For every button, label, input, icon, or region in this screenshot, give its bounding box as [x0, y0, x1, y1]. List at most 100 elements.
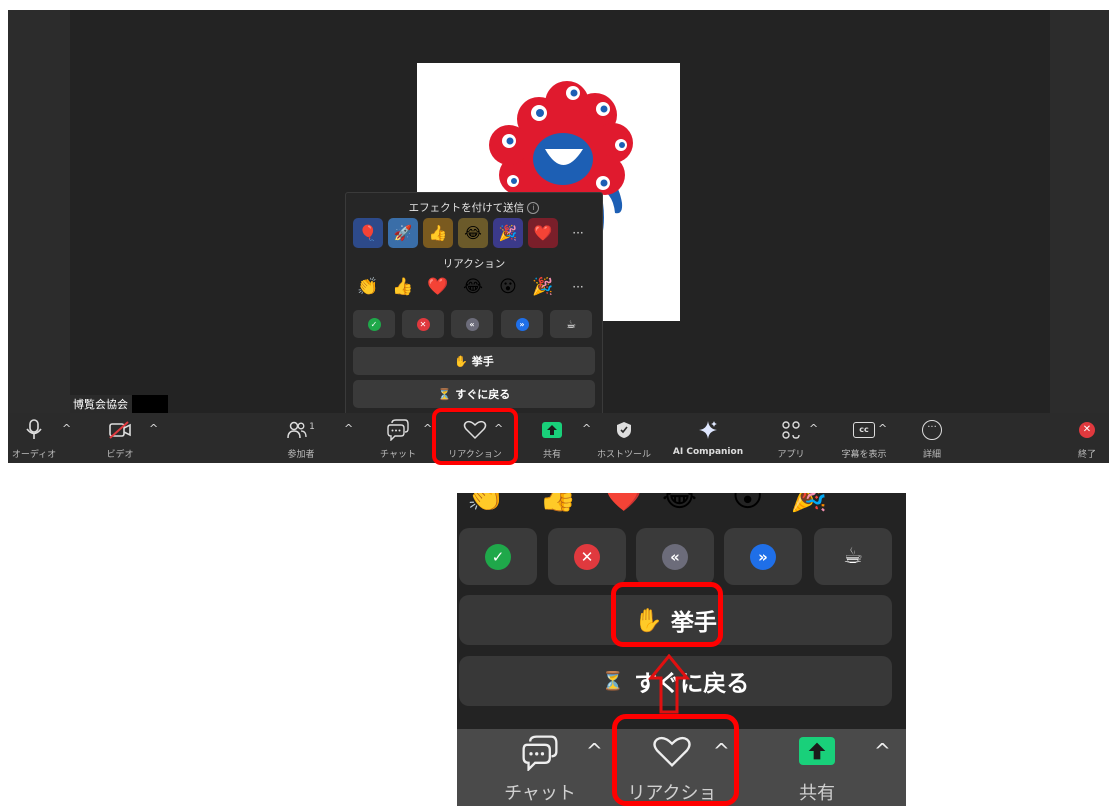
zoom-yes-button[interactable]: ✓	[459, 528, 537, 585]
participants-count: 1	[309, 422, 315, 432]
rewind-icon: «	[465, 317, 479, 331]
more-label: 詳細	[922, 450, 941, 460]
reactions-popup: エフェクトを付けて送信 i 🎈 🚀 👍 😂 🎉 ❤️ ··· リアクション 👏 …	[345, 192, 603, 417]
chat-caret[interactable]: ^	[423, 422, 432, 435]
coffee-icon: ☕	[843, 544, 863, 569]
effect-rocket[interactable]: 🚀	[388, 218, 418, 248]
host-tools-button[interactable]: ホストツール	[597, 413, 651, 463]
share-caret[interactable]: ^	[582, 422, 591, 435]
share-button[interactable]: 共有	[532, 413, 572, 463]
ai-companion-label: AI Companion	[672, 447, 744, 457]
sparkle-icon	[688, 419, 728, 441]
be-right-back-button[interactable]: ⏳ すぐに戻る	[353, 380, 595, 408]
reaction-party[interactable]: 🎉	[528, 274, 558, 300]
ai-companion-button[interactable]: AI Companion	[673, 413, 743, 463]
effect-party[interactable]: 🎉	[493, 218, 523, 248]
zoom-faster-button[interactable]: »	[724, 528, 802, 585]
zoom-chat-caret[interactable]: ^	[586, 739, 603, 763]
participants-button[interactable]: 1 参加者	[280, 413, 322, 463]
reactions-highlight	[432, 408, 518, 465]
video-caret[interactable]: ^	[149, 422, 158, 435]
zoom-reaction-thumbs-up: 👍	[539, 493, 577, 514]
apps-label: アプリ	[777, 450, 805, 460]
reaction-thumbs-up[interactable]: 👍	[388, 274, 418, 300]
participants-caret[interactable]: ^	[344, 422, 353, 435]
coffee-icon: ☕	[566, 317, 576, 331]
zoom-no-button[interactable]: ✕	[548, 528, 626, 585]
effects-more-button[interactable]: ···	[563, 218, 593, 248]
share-icon	[532, 419, 572, 441]
rewind-icon: «	[662, 543, 688, 570]
zoom-reaction-party: 🎉	[790, 493, 828, 514]
zoom-reactions-highlight	[612, 714, 739, 806]
video-label: ビデオ	[106, 450, 134, 460]
share-icon	[792, 737, 842, 765]
effect-thumbs-up[interactable]: 👍	[423, 218, 453, 248]
zoom-chat-label: チャット	[504, 783, 576, 804]
chat-icon	[378, 419, 418, 441]
reaction-surprised[interactable]: 😮	[493, 274, 523, 300]
end-icon: ✕	[1070, 419, 1104, 441]
yes-button[interactable]: ✓	[353, 310, 395, 338]
participant-name-tag: 博覧会協会	[70, 395, 168, 413]
reaction-heart[interactable]: ❤️	[423, 274, 453, 300]
apps-button[interactable]: アプリ	[774, 413, 808, 463]
captions-button[interactable]: cc 字幕を表示	[841, 413, 887, 463]
no-button[interactable]: ✕	[402, 310, 444, 338]
zoom-reaction-surprised: 😮	[732, 493, 764, 514]
zoom-share-label: 共有	[799, 783, 835, 804]
reactions-more-button[interactable]: ···	[563, 274, 593, 300]
chat-button[interactable]: チャット	[378, 413, 418, 463]
video-button[interactable]: ビデオ	[100, 413, 140, 463]
audio-label: オーディオ	[11, 450, 57, 460]
participants-label: 参加者	[287, 450, 315, 460]
zoom-reaction-clap: 👏	[467, 493, 505, 514]
captions-caret[interactable]: ^	[878, 422, 887, 435]
up-arrow-icon	[648, 654, 690, 714]
video-off-icon	[100, 419, 140, 441]
end-label: 終了	[1077, 450, 1096, 460]
check-icon: ✓	[485, 543, 511, 570]
zoom-share-caret[interactable]: ^	[874, 739, 891, 763]
more-icon: ···	[912, 419, 952, 441]
reaction-clap[interactable]: 👏	[353, 274, 383, 300]
cross-icon: ✕	[574, 543, 600, 570]
right-gutter	[1050, 10, 1109, 413]
zoom-slower-button[interactable]: «	[636, 528, 714, 585]
faster-button[interactable]: »	[501, 310, 543, 338]
end-button[interactable]: ✕ 終了	[1070, 413, 1104, 463]
zoom-reaction-laugh: 😂	[662, 493, 698, 514]
apps-icon	[774, 419, 808, 441]
left-gutter	[8, 10, 70, 413]
meeting-toolbar: オーディオ ^ ビデオ ^ 1 参加者 ^ チャット ^ リアクション ^ 共有…	[8, 413, 1109, 463]
coffee-button[interactable]: ☕	[550, 310, 592, 338]
slower-button[interactable]: «	[451, 310, 493, 338]
host-tools-label: ホストツール	[596, 450, 651, 460]
effect-balloon[interactable]: 🎈	[353, 218, 383, 248]
hourglass-icon: ⏳	[601, 670, 625, 692]
reaction-laugh[interactable]: 😂	[458, 274, 488, 300]
chat-icon	[515, 735, 565, 771]
raise-hand-highlight	[611, 582, 723, 647]
participant-name: 博覧会協会	[73, 398, 128, 411]
audio-caret[interactable]: ^	[62, 422, 71, 435]
info-icon[interactable]: i	[527, 202, 540, 214]
fast-forward-icon: »	[515, 317, 529, 331]
effects-title: エフェクトを付けて送信 i	[346, 200, 602, 215]
more-button[interactable]: ··· 詳細	[912, 413, 952, 463]
share-label: 共有	[542, 450, 561, 460]
cross-icon: ✕	[416, 317, 430, 331]
apps-caret[interactable]: ^	[809, 422, 818, 435]
participants-icon: 1	[280, 419, 322, 441]
effect-laugh[interactable]: 😂	[458, 218, 488, 248]
audio-button[interactable]: オーディオ	[12, 413, 56, 463]
effect-heart[interactable]: ❤️	[528, 218, 558, 248]
zoom-coffee-button[interactable]: ☕	[814, 528, 892, 585]
chat-label: チャット	[380, 450, 416, 460]
reactions-title: リアクション	[442, 258, 506, 270]
zoom-share-button[interactable]: 共有	[792, 729, 842, 806]
microphone-icon	[14, 419, 54, 441]
shield-icon	[604, 419, 644, 441]
zoom-chat-button[interactable]: チャット	[504, 729, 576, 806]
raise-hand-button[interactable]: ✋ 挙手	[353, 347, 595, 375]
